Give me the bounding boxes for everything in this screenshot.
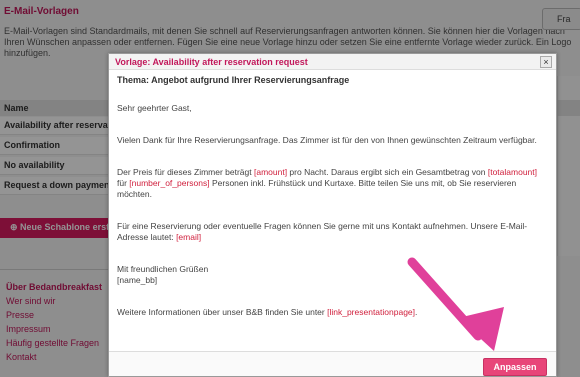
paragraph-contact: Für eine Reservierung oder eventuelle Fr…: [117, 221, 548, 243]
modal-content[interactable]: Thema: Angebot aufgrund Ihrer Reservieru…: [109, 71, 556, 351]
modal-title: Vorlage: Availability after reservation …: [115, 57, 308, 67]
text: Der Preis für dieses Zimmer beträgt: [117, 167, 254, 177]
greeting: Sehr geehrter Gast,: [117, 103, 192, 113]
modal-header: Vorlage: Availability after reservation …: [109, 54, 556, 70]
placeholder-email: [email]: [176, 232, 202, 242]
modal-footer: Anpassen: [109, 351, 556, 376]
placeholder-persons: [number_of_persons]: [129, 178, 210, 188]
text: für: [117, 178, 130, 188]
text: .: [415, 307, 418, 317]
paragraph-more-info: Weitere Informationen über unser B&B fin…: [117, 307, 548, 318]
placeholder-name: [name_bb]: [117, 275, 158, 285]
placeholder-link: [link_presentationpage]: [327, 307, 416, 317]
apply-button[interactable]: Anpassen: [483, 358, 547, 376]
close-icon[interactable]: ×: [540, 56, 552, 68]
email-subject: Thema: Angebot aufgrund Ihrer Reservieru…: [117, 75, 350, 85]
text: pro Nacht. Daraus ergibt sich ein Gesamt…: [287, 167, 488, 177]
closing: Mit freundlichen Grüßen: [117, 264, 209, 274]
text: Weitere Informationen über unser B&B fin…: [117, 307, 328, 317]
template-modal: Vorlage: Availability after reservation …: [108, 53, 557, 377]
paragraph-price: Der Preis für dieses Zimmer beträgt [amo…: [117, 167, 548, 200]
placeholder-totalamount: [totalamount]: [487, 167, 537, 177]
paragraph-availability: Vielen Dank für Ihre Reservierungsanfrag…: [117, 135, 537, 145]
email-body: Sehr geehrter Gast, Vielen Dank für Ihre…: [117, 103, 548, 318]
placeholder-amount: [amount]: [253, 167, 288, 177]
